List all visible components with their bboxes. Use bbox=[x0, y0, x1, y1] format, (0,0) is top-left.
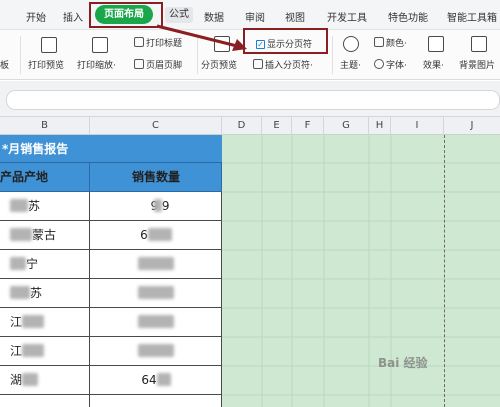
column-header-e[interactable]: E bbox=[262, 117, 292, 135]
column-header-h[interactable]: H bbox=[369, 117, 391, 135]
redacted-text bbox=[22, 315, 45, 328]
redacted-text bbox=[22, 344, 45, 357]
qty-cell[interactable] bbox=[91, 279, 222, 307]
table-header-row: 产品产地 销售数量 bbox=[0, 163, 222, 192]
origin-cell[interactable] bbox=[0, 395, 90, 407]
redacted-text bbox=[10, 286, 30, 299]
watermark: Bai 经验 bbox=[378, 356, 428, 370]
redacted-text bbox=[156, 373, 171, 386]
redacted-text bbox=[138, 286, 174, 299]
menu-bar: 开始 插入 页面布局 公式 数据 审阅 视图 开发工具 特色功能 智能工具箱 bbox=[0, 0, 500, 30]
print-scale-icon bbox=[92, 37, 108, 53]
redacted-text bbox=[147, 228, 172, 241]
table-row: 苏 bbox=[0, 279, 222, 308]
print-preview-icon bbox=[41, 37, 57, 53]
qty-cell[interactable] bbox=[91, 250, 222, 278]
insert-pagebreak-button[interactable]: 插入分页符· bbox=[253, 58, 313, 71]
header-origin-cell[interactable]: 产品产地 bbox=[0, 163, 90, 191]
color-icon bbox=[374, 37, 384, 47]
qty-cell[interactable]: 64 bbox=[91, 366, 222, 394]
theme-button[interactable]: 主题· bbox=[340, 58, 361, 71]
redacted-text bbox=[153, 199, 162, 212]
origin-cell[interactable]: 苏 bbox=[0, 279, 90, 307]
origin-cell[interactable]: 苏 bbox=[0, 192, 90, 220]
ribbon-left-edge-label: 板 bbox=[0, 61, 10, 71]
tab-data[interactable]: 数据 bbox=[204, 9, 224, 24]
report-title-cell[interactable]: *月销售报告 bbox=[0, 135, 222, 163]
background-image-icon bbox=[471, 36, 487, 52]
table-row: 苏 9 9 bbox=[0, 192, 222, 221]
theme-icon bbox=[343, 36, 359, 52]
origin-cell[interactable]: 湖 bbox=[0, 366, 90, 394]
redacted-text bbox=[10, 199, 28, 212]
font-icon bbox=[374, 59, 384, 69]
column-header-c[interactable]: C bbox=[90, 117, 222, 135]
redacted-text bbox=[138, 257, 174, 270]
formula-bar bbox=[0, 81, 500, 117]
column-header-j[interactable]: J bbox=[444, 117, 500, 135]
pagebreak-preview-button[interactable]: 分页预览 bbox=[201, 58, 237, 71]
redacted-text bbox=[138, 344, 174, 357]
insert-pagebreak-icon bbox=[253, 59, 263, 69]
tab-formula[interactable]: 公式 bbox=[165, 7, 193, 23]
tab-home[interactable]: 开始 bbox=[26, 9, 46, 24]
qty-cell[interactable]: 9 9 bbox=[91, 192, 222, 220]
tab-special[interactable]: 特色功能 bbox=[388, 9, 428, 24]
checkbox-highlight-box bbox=[243, 28, 328, 54]
table-row: 湖 64 bbox=[0, 366, 222, 395]
table-row: 江 bbox=[0, 337, 222, 366]
tab-insert[interactable]: 插入 bbox=[63, 9, 83, 24]
qty-cell[interactable] bbox=[91, 308, 222, 336]
effect-icon bbox=[428, 36, 444, 52]
qty-cell[interactable] bbox=[91, 337, 222, 365]
header-qty-cell[interactable]: 销售数量 bbox=[91, 163, 222, 191]
color-button[interactable]: 颜色· bbox=[374, 36, 407, 49]
qty-cell[interactable] bbox=[91, 395, 222, 407]
ribbon-separator bbox=[20, 36, 21, 74]
tab-highlight-box bbox=[89, 2, 163, 28]
redacted-text bbox=[138, 315, 174, 328]
header-footer-button[interactable]: 页眉页脚 bbox=[134, 58, 182, 71]
tab-view[interactable]: 视图 bbox=[285, 9, 305, 24]
column-header-f[interactable]: F bbox=[292, 117, 324, 135]
font-button[interactable]: 字体· bbox=[374, 58, 407, 71]
table-row: 蒙古 6 bbox=[0, 221, 222, 250]
table-row bbox=[0, 395, 222, 407]
tab-review[interactable]: 审阅 bbox=[245, 9, 265, 24]
column-header-g[interactable]: G bbox=[324, 117, 369, 135]
header-footer-icon bbox=[134, 59, 144, 69]
qty-cell[interactable]: 6 bbox=[91, 221, 222, 249]
table-row: 江 bbox=[0, 308, 222, 337]
background-image-button[interactable]: 背景图片 bbox=[459, 58, 495, 71]
effect-button[interactable]: 效果· bbox=[423, 58, 444, 71]
origin-cell[interactable]: 宁 bbox=[0, 250, 90, 278]
column-header-bar: B C D E F G H I J bbox=[0, 117, 500, 135]
tab-developer[interactable]: 开发工具 bbox=[327, 9, 367, 24]
page-break-line bbox=[444, 135, 445, 407]
tab-smart-toolbox[interactable]: 智能工具箱 bbox=[447, 9, 497, 24]
ribbon-separator bbox=[332, 36, 333, 74]
table-row: 宁 bbox=[0, 250, 222, 279]
column-header-i[interactable]: I bbox=[391, 117, 444, 135]
print-preview-button[interactable]: 打印预览 bbox=[28, 58, 64, 71]
column-header-b[interactable]: B bbox=[0, 117, 90, 135]
redacted-text bbox=[10, 228, 32, 241]
redacted-text bbox=[10, 257, 26, 270]
column-header-d[interactable]: D bbox=[222, 117, 262, 135]
origin-cell[interactable]: 蒙古 bbox=[0, 221, 90, 249]
print-scale-button[interactable]: 打印缩放· bbox=[77, 58, 116, 71]
print-title-icon bbox=[134, 37, 144, 47]
origin-cell[interactable]: 江 bbox=[0, 308, 90, 336]
origin-cell[interactable]: 江 bbox=[0, 337, 90, 365]
redacted-text bbox=[22, 373, 39, 386]
formula-input[interactable] bbox=[6, 90, 500, 110]
annotation-arrow-icon bbox=[156, 24, 247, 51]
